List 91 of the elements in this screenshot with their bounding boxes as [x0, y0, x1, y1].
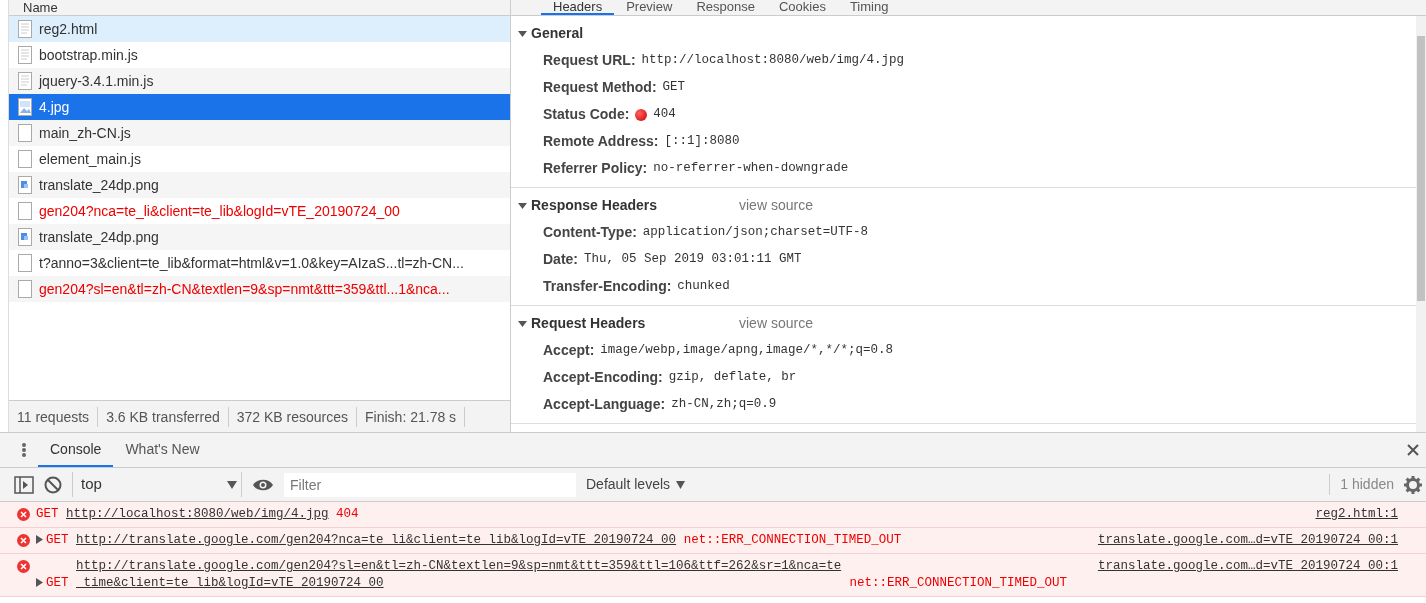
message-link[interactable]: http://localhost:8080/web/img/4.jpg [66, 506, 329, 523]
header-name: Content-Type: [543, 223, 637, 242]
header-name: Request URL: [543, 51, 636, 70]
tab[interactable]: Response [684, 0, 767, 15]
source-link[interactable]: translate.google.com…d=vTE_20190724_00:1 [1097, 532, 1398, 549]
error-icon [17, 508, 30, 521]
header-value: zh-CN,zh;q=0.9 [671, 396, 777, 414]
section-title[interactable]: Request Headers [531, 313, 701, 334]
image-file-icon [17, 98, 33, 116]
file-icon [17, 280, 33, 298]
error-icon [17, 534, 30, 547]
header-name: Date: [543, 250, 578, 269]
request-row[interactable]: element_main.js [9, 146, 510, 172]
request-row[interactable]: jquery-3.4.1.min.js [9, 68, 510, 94]
column-header[interactable]: Name [9, 0, 510, 16]
request-row[interactable]: bootstrap.min.js [9, 42, 510, 68]
context-select[interactable]: top [72, 472, 242, 497]
hidden-count: 1 hidden [1329, 474, 1394, 495]
summary-text: Finish: 21.78 s [357, 406, 466, 427]
file-icon [17, 254, 33, 272]
header-name: Remote Address: [543, 132, 659, 151]
header-value: image/webp,image/apng,image/*,*/*;q=0.8 [600, 342, 893, 360]
header-name: Request Method: [543, 78, 657, 97]
expand-triangle-icon[interactable] [36, 578, 44, 588]
eye-icon[interactable] [252, 477, 274, 492]
section-title[interactable]: Response Headers [531, 195, 701, 216]
header-value: http://localhost:8080/web/img/4.jpg [641, 52, 905, 70]
request-row[interactable]: gen204?nca=te_li&client=te_lib&logId=vTE_20190724_00 [9, 198, 510, 224]
header-value: chunked [677, 278, 730, 296]
request-row[interactable]: gen204?sl=en&tl=zh-CN&textlen=9&sp=nmt&ttt=359&ttl...1&nca... [9, 276, 510, 302]
picture-file-icon [17, 228, 33, 246]
summary-text: 11 requests [9, 406, 99, 427]
view-source-link[interactable]: view source [739, 195, 813, 216]
header-value: GET [662, 79, 686, 97]
error-icon [17, 560, 30, 573]
status-dot [635, 108, 648, 121]
header-value: gzip, deflate, br [668, 369, 797, 387]
picture-file-icon [17, 176, 33, 194]
header-name: Accept-Language: [543, 395, 666, 414]
view-source-link[interactable]: view source [739, 313, 813, 334]
triangle-icon[interactable] [518, 201, 527, 210]
request-row[interactable]: 4.jpg [9, 94, 510, 120]
document-icon [17, 46, 33, 64]
tab[interactable]: Headers [541, 0, 615, 15]
expand-triangle-icon[interactable] [36, 535, 44, 545]
tab[interactable]: Cookies [766, 0, 838, 15]
console-message: GET http://translate.google.com/gen204?sl=en&tl=zh-CN&textlen=9&sp=nmt&ttt=359&ttl=106&ttf=262&sr=1&nca=te_time&client=te_lib&logId=vTE_20190724_00 net::ERR_CONNECTION_TIMED_OUT [36, 558, 1092, 592]
header-value: no-referrer-when-downgrade [653, 160, 849, 178]
document-icon [17, 72, 33, 90]
request-row[interactable]: translate_24dp.png [9, 224, 510, 250]
request-row[interactable]: t?anno=3&client=te_lib&format=html&v=1.0&key=AIzaS...tl=zh-CN... [9, 250, 510, 276]
sidebar-toggle-icon[interactable] [14, 475, 34, 494]
request-row[interactable]: reg2.html [9, 16, 510, 42]
triangle-icon[interactable] [518, 29, 527, 38]
file-icon [17, 150, 33, 168]
header-value: 404 [653, 106, 676, 124]
header-name: Accept-Encoding: [543, 368, 663, 387]
header-value: Thu, 05 Sep 2019 03:01:11 GMT [584, 251, 802, 269]
summary-text: 372 KB resources [228, 406, 358, 427]
header-name: Status Code: [543, 105, 630, 124]
levels-dropdown[interactable]: Default levels [586, 474, 686, 495]
file-icon [17, 124, 33, 142]
request-row[interactable]: translate_24dp.png [9, 172, 510, 198]
tab[interactable]: Timing [837, 0, 901, 15]
console-message: GET http://localhost:8080/web/img/4.jpg 404 [36, 506, 360, 523]
message-link[interactable]: http://translate.google.com/gen204?sl=en&tl=zh-CN&textlen=9&sp=nmt&ttt=359&ttl=106&ttf=262&sr=1&nca=te_time&client=te_lib&logId=vTE_20190724_00 [76, 558, 842, 592]
tab[interactable]: What's New [113, 433, 212, 467]
caret-icon [227, 480, 237, 489]
header-name: Referrer Policy: [543, 159, 648, 178]
header-name: Accept: [543, 341, 595, 360]
header-name: Transfer-Encoding: [543, 277, 672, 296]
close-icon[interactable] [1407, 444, 1419, 456]
tab[interactable]: Preview [614, 0, 685, 15]
more-icon[interactable] [20, 442, 28, 458]
header-value: [::1]:8080 [664, 133, 740, 151]
scrollbar[interactable] [1416, 16, 1426, 432]
header-value: application/json;charset=UTF-8 [642, 224, 868, 242]
filter-field[interactable]: Filter [284, 472, 576, 497]
settings-icon[interactable] [1404, 475, 1422, 494]
summary-text: 3.6 KB transferred [98, 406, 229, 427]
message-link[interactable]: http://translate.google.com/gen204?nca=te_li&client=te_lib&logId=vTE_20190724_00 [76, 532, 677, 549]
source-link[interactable]: translate.google.com…d=vTE_20190724_00:1 [1097, 558, 1398, 592]
document-icon [17, 20, 33, 38]
file-icon [17, 202, 33, 220]
clear-icon[interactable] [44, 475, 62, 494]
section-title[interactable]: General [531, 23, 584, 44]
request-row[interactable]: main_zh-CN.js [9, 120, 510, 146]
triangle-icon[interactable] [518, 319, 527, 328]
caret-icon [676, 480, 686, 489]
console-message: GET http://translate.google.com/gen204?nca=te_li&client=te_lib&logId=vTE_20190724_00 net::ERR_CONNECTION_TIMED_OUT [36, 532, 1092, 549]
source-link[interactable]: reg2.html:1 [1315, 506, 1398, 523]
